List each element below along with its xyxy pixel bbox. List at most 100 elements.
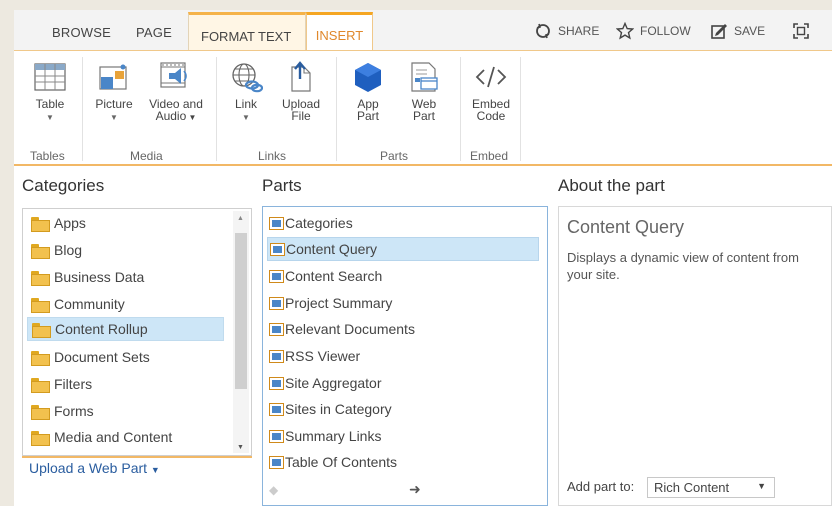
- part-item-table-of-contents[interactable]: Table Of Contents: [269, 450, 397, 474]
- folder-icon: [31, 350, 50, 366]
- web-part-button[interactable]: Web Part: [402, 61, 446, 122]
- table-button[interactable]: Table ▼: [26, 61, 74, 124]
- scroll-up-icon[interactable]: ▲: [237, 215, 244, 222]
- link-label: Link: [234, 97, 257, 111]
- web-part-icon: [269, 322, 284, 336]
- save-button[interactable]: SAVE: [710, 22, 765, 40]
- category-item-community[interactable]: Community: [31, 292, 125, 316]
- scroll-down-icon[interactable]: ▼: [237, 444, 244, 451]
- category-item-apps[interactable]: Apps: [31, 211, 86, 235]
- web-part-icon: [269, 296, 284, 310]
- embed-code-button[interactable]: Embed Code: [466, 61, 516, 122]
- upload-web-part-label: Upload a Web Part: [29, 460, 148, 476]
- share-icon: [536, 23, 550, 39]
- folder-icon: [31, 243, 50, 259]
- web-part-icon: [269, 429, 284, 443]
- part-item-project-summary[interactable]: Project Summary: [269, 291, 392, 315]
- part-item-content-query[interactable]: Content Query: [267, 237, 539, 261]
- add-part-to-select[interactable]: Rich Content ▼: [647, 477, 775, 498]
- ribbon-separator: [520, 57, 521, 161]
- dropdown-arrow-icon: ▼: [110, 113, 118, 122]
- ribbon-tab-bar: BROWSE PAGE FORMAT TEXT INSERT SHARE FOL…: [14, 10, 832, 52]
- about-panel: Content Query Displays a dynamic view of…: [558, 206, 832, 506]
- ribbon-separator: [216, 57, 217, 161]
- part-item-categories[interactable]: Categories: [269, 211, 353, 235]
- add-part-to-label: Add part to:: [567, 479, 635, 494]
- category-item-document-sets[interactable]: Document Sets: [31, 345, 150, 369]
- follow-button[interactable]: FOLLOW: [616, 22, 691, 40]
- focus-mode-button[interactable]: [792, 22, 810, 40]
- category-label: Media and Content: [54, 429, 173, 445]
- part-label: Categories: [285, 215, 353, 231]
- share-button[interactable]: SHARE: [534, 22, 599, 40]
- table-label: Table: [35, 97, 65, 111]
- web-part-label-line2: Part: [412, 109, 435, 123]
- tab-format-text[interactable]: FORMAT TEXT: [189, 29, 291, 44]
- web-part-icon: [411, 62, 438, 92]
- category-item-business-data[interactable]: Business Data: [31, 265, 144, 289]
- about-part-title: Content Query: [567, 217, 685, 237]
- category-label: Content Rollup: [55, 321, 148, 337]
- picture-label: Picture: [95, 97, 133, 111]
- part-item-site-aggregator[interactable]: Site Aggregator: [269, 371, 382, 395]
- group-label-links: Links: [258, 149, 287, 163]
- tab-format-text-container[interactable]: FORMAT TEXT: [188, 12, 306, 50]
- part-item-content-search[interactable]: Content Search: [269, 264, 382, 288]
- embed-code-label-line2: Code: [476, 109, 506, 123]
- share-label: SHARE: [558, 24, 600, 38]
- add-part-to-value: Rich Content: [654, 480, 730, 495]
- category-item-content-rollup[interactable]: Content Rollup: [27, 317, 224, 341]
- next-page-arrow-icon[interactable]: ➜: [409, 481, 421, 498]
- web-part-icon: [269, 269, 284, 283]
- about-part-description: Displays a dynamic view of content from …: [567, 250, 799, 282]
- web-part-icon: [269, 349, 284, 363]
- table-icon: [34, 63, 66, 91]
- part-item-relevant-documents[interactable]: Relevant Documents: [269, 317, 415, 341]
- folder-icon: [32, 322, 51, 338]
- insert-ribbon: Table ▼ Tables Picture ▼ Video and Audio…: [14, 50, 832, 166]
- category-label: Filters: [54, 376, 93, 392]
- part-label: RSS Viewer: [285, 348, 361, 364]
- scrollbar-thumb[interactable]: [235, 233, 247, 389]
- categories-scrollbar[interactable]: ▲ ▼: [233, 211, 249, 453]
- part-item-rss-viewer[interactable]: RSS Viewer: [269, 344, 360, 368]
- category-item-filters[interactable]: Filters: [31, 372, 92, 396]
- previous-page-arrow-icon[interactable]: ◆: [269, 483, 278, 497]
- part-label: Relevant Documents: [285, 321, 415, 337]
- tab-page[interactable]: PAGE: [136, 25, 172, 40]
- category-item-forms[interactable]: Forms: [31, 399, 94, 423]
- sharepoint-window: BROWSE PAGE FORMAT TEXT INSERT SHARE FOL…: [14, 10, 832, 506]
- part-item-summary-links[interactable]: Summary Links: [269, 424, 381, 448]
- picture-button[interactable]: Picture ▼: [92, 61, 136, 124]
- video-audio-button[interactable]: Video and Audio ▼: [142, 61, 210, 124]
- tab-insert[interactable]: INSERT: [306, 12, 373, 52]
- part-item-sites-in-category[interactable]: Sites in Category: [269, 397, 392, 421]
- folder-icon: [31, 297, 50, 313]
- group-label-tables: Tables: [30, 149, 65, 163]
- app-part-icon: [355, 63, 381, 92]
- parts-heading: Parts: [262, 176, 302, 195]
- dropdown-arrow-icon: ▼: [46, 113, 54, 122]
- category-label: Blog: [54, 242, 83, 258]
- category-label: Apps: [54, 215, 86, 231]
- categories-list[interactable]: Apps Blog Business Data Community Conten…: [22, 208, 252, 456]
- upload-file-button[interactable]: Upload File: [276, 61, 326, 122]
- about-heading: About the part: [558, 176, 665, 195]
- category-item-blog[interactable]: Blog: [31, 238, 82, 262]
- app-part-button[interactable]: App Part: [346, 61, 390, 122]
- categories-heading: Categories: [22, 176, 105, 195]
- save-edit-icon: [711, 24, 727, 39]
- upload-web-part-link[interactable]: Upload a Web Part ▼: [29, 460, 160, 476]
- part-label: Sites in Category: [285, 401, 392, 417]
- category-item-media-and-content[interactable]: Media and Content: [31, 425, 172, 449]
- link-button[interactable]: Link ▼: [224, 61, 268, 124]
- embed-code-icon: [475, 66, 507, 88]
- ribbon-separator: [336, 57, 337, 161]
- folder-icon: [31, 377, 50, 393]
- categories-divider: [22, 456, 252, 458]
- tab-browse[interactable]: BROWSE: [52, 25, 111, 40]
- video-audio-label-line2: Audio: [155, 109, 187, 123]
- part-label: Content Query: [286, 241, 378, 257]
- parts-list[interactable]: Categories Content Query Content Search …: [262, 206, 548, 506]
- ribbon-separator: [82, 57, 83, 161]
